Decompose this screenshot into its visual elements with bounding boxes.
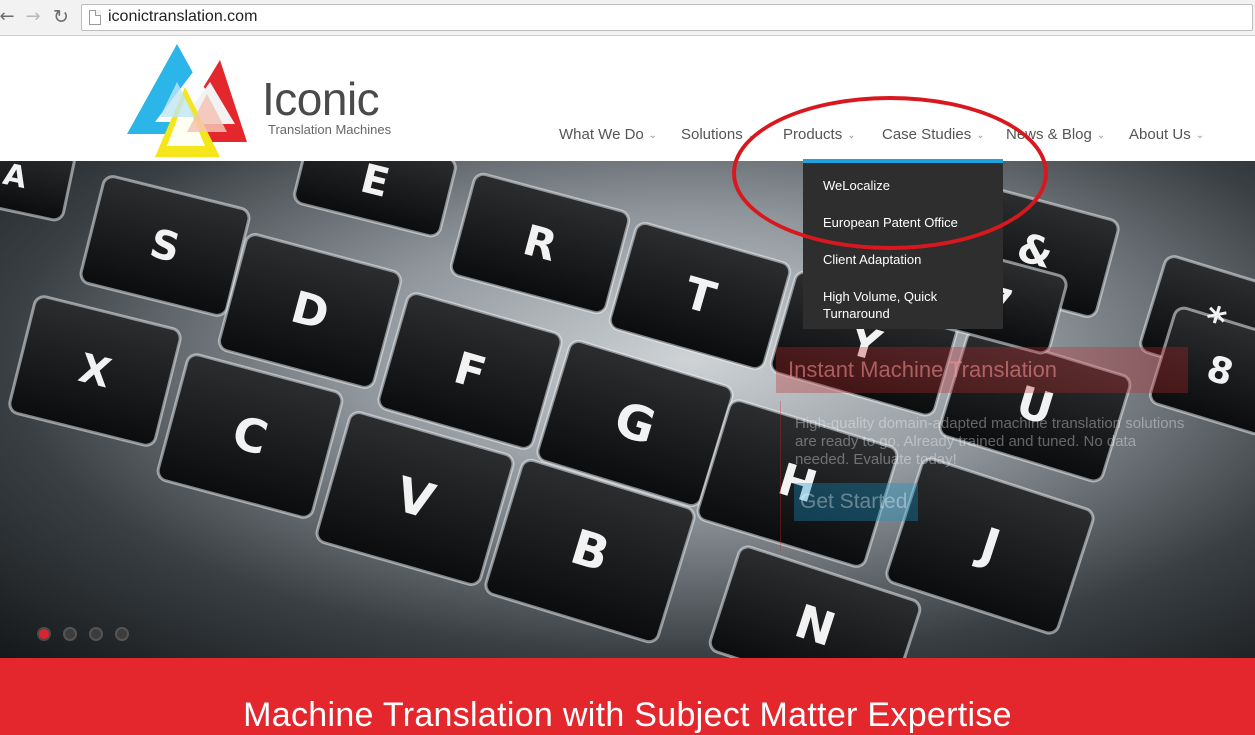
reload-icon[interactable]: ↻ bbox=[50, 6, 72, 28]
slide-dot-4[interactable] bbox=[115, 627, 129, 641]
forward-arrow-icon[interactable]: → bbox=[22, 6, 44, 28]
browser-toolbar: ← → ↻ iconictranslation.com bbox=[0, 0, 1255, 36]
nav-what-we-do[interactable]: What We Do ⌄ bbox=[559, 126, 657, 143]
menu-item-european-patent-office[interactable]: European Patent Office bbox=[823, 214, 958, 231]
get-started-button[interactable]: Get Started bbox=[794, 483, 918, 521]
page-icon bbox=[89, 10, 101, 25]
nav-about-us[interactable]: About Us ⌄ bbox=[1129, 126, 1204, 143]
url-text[interactable]: iconictranslation.com bbox=[108, 8, 257, 26]
menu-item-welocalize[interactable]: WeLocalize bbox=[823, 177, 890, 194]
site-header: Iconic Translation Machines What We Do ⌄ … bbox=[0, 37, 1255, 161]
nav-label: Products bbox=[783, 126, 843, 143]
nav-label: What We Do bbox=[559, 126, 644, 143]
logo-wordmark[interactable]: Iconic bbox=[262, 73, 380, 125]
chevron-down-icon: ⌄ bbox=[747, 130, 757, 141]
menu-item-client-adaptation[interactable]: Client Adaptation bbox=[823, 251, 921, 268]
back-arrow-icon[interactable]: ← bbox=[0, 6, 18, 28]
nav-solutions[interactable]: Solutions ⌄ bbox=[681, 126, 756, 143]
tagline-band: Machine Translation with Subject Matter … bbox=[0, 658, 1255, 735]
products-dropdown-menu: WeLocalize European Patent Office Client… bbox=[803, 159, 1003, 329]
nav-label: Case Studies bbox=[882, 126, 972, 143]
chevron-down-icon: ⌄ bbox=[847, 130, 856, 141]
nav-label: About Us bbox=[1129, 126, 1191, 143]
nav-label: News & Blog bbox=[1006, 126, 1092, 143]
menu-item-high-volume[interactable]: High Volume, Quick Turnaround bbox=[823, 288, 973, 322]
band-title: Machine Translation with Subject Matter … bbox=[243, 696, 1012, 734]
nav-label: Solutions bbox=[681, 126, 743, 143]
chevron-down-icon: ⌄ bbox=[648, 130, 658, 141]
main-navigation: What We Do ⌄ Solutions ⌄ Products ⌄ Case St… bbox=[0, 126, 1255, 148]
slide-dot-3[interactable] bbox=[89, 627, 103, 641]
slide-dot-1[interactable] bbox=[37, 627, 51, 641]
slide-dot-2[interactable] bbox=[63, 627, 77, 641]
nav-case-studies[interactable]: Case Studies ⌄ bbox=[882, 126, 985, 143]
caption-title: Instant Machine Translation bbox=[776, 347, 1188, 393]
nav-news-blog[interactable]: News & Blog ⌄ bbox=[1006, 126, 1105, 143]
chevron-down-icon: ⌄ bbox=[1096, 130, 1106, 141]
chevron-down-icon: ⌄ bbox=[976, 130, 985, 141]
address-bar[interactable]: iconictranslation.com bbox=[81, 4, 1253, 31]
hero-slider: ASDFGXCVBERTHJUYN&7*8 Instant Machine Tr… bbox=[0, 161, 1255, 658]
chevron-down-icon: ⌄ bbox=[1195, 130, 1205, 141]
nav-products[interactable]: Products ⌄ bbox=[783, 126, 856, 143]
caption-text: High-quality domain-adapted machine tran… bbox=[780, 401, 1200, 551]
